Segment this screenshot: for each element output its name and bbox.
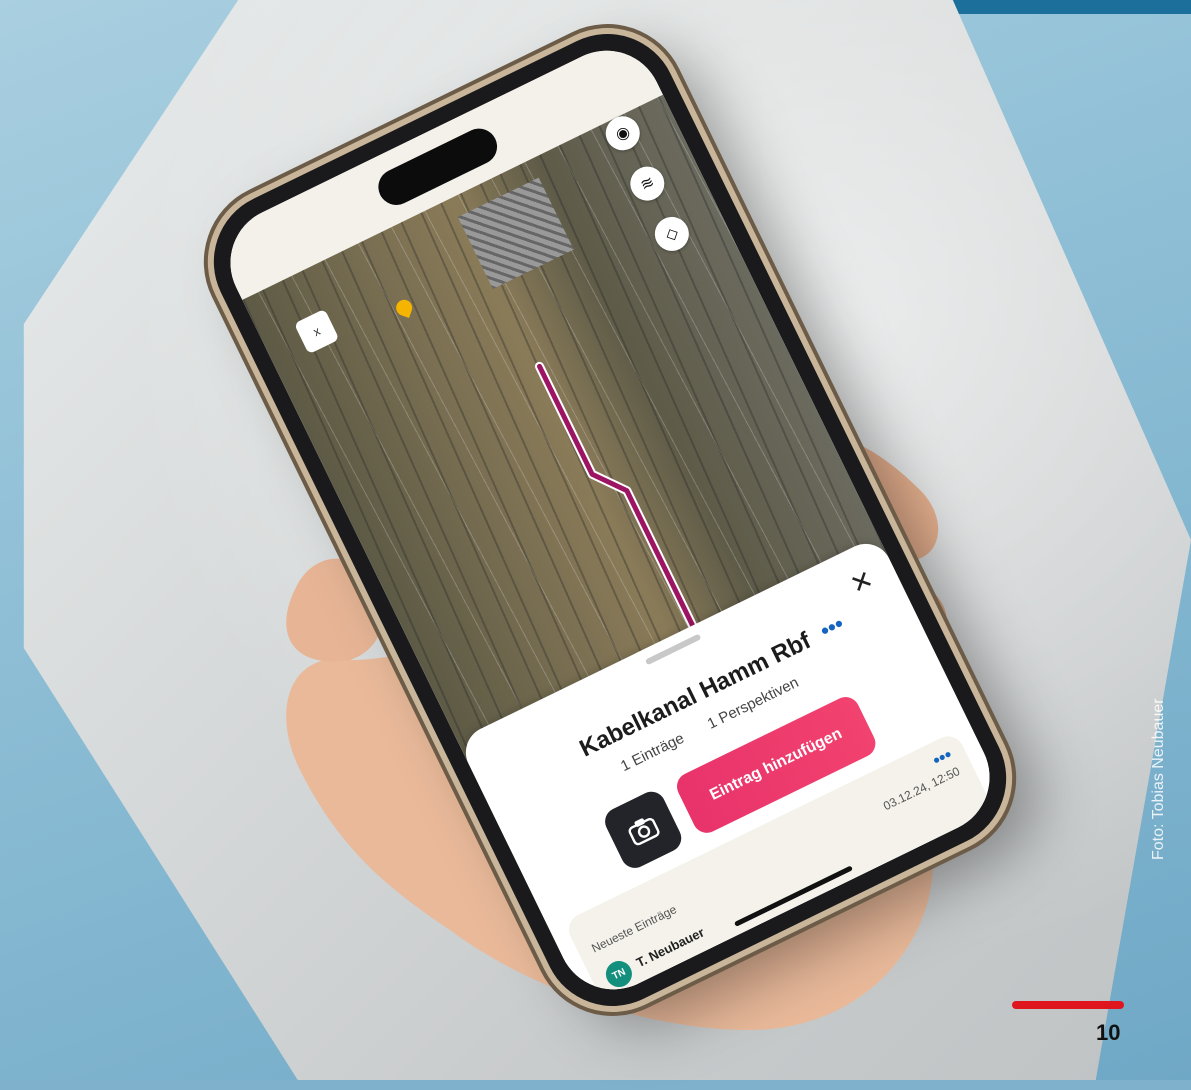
photo-credit: Foto: Tobias Neubauer <box>1150 698 1167 860</box>
page-number: 10 <box>1096 1020 1121 1045</box>
avatar: TN <box>601 956 637 992</box>
camera-icon <box>628 817 660 846</box>
entry-date: 03.12.24, 12:50 <box>881 764 963 814</box>
page-accent-bar <box>1012 1001 1124 1009</box>
camera-button[interactable] <box>600 787 686 873</box>
